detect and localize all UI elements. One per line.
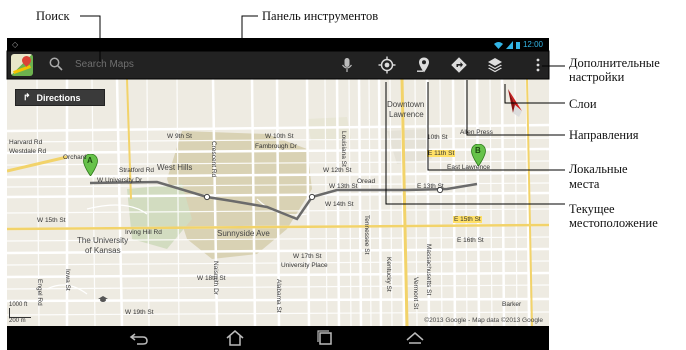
map-label-w17th: W 17th St: [293, 253, 322, 260]
wifi-icon: [493, 41, 503, 49]
map-label-w15th: W 15th St: [37, 217, 66, 224]
map-label-e16th: E 16th St: [457, 237, 484, 244]
map-label-east-lawrence: East Lawrence: [447, 164, 490, 171]
overflow-menu-icon[interactable]: [529, 56, 547, 74]
scale-bar-m: 200 m: [9, 318, 26, 324]
callout-my-location-1: Текущее: [569, 202, 615, 216]
map-label-westdale-rd: Westdale Rd: [9, 148, 47, 155]
callout-more-settings-1: Дополнительные: [569, 56, 660, 70]
map-label-vermont: Vermont St: [412, 277, 419, 310]
home-icon[interactable]: [225, 330, 245, 346]
map-label-e11th: E 11th St: [427, 150, 456, 157]
map-label-orchard: Orchard: [63, 154, 87, 161]
callout-layers: Слои: [569, 97, 597, 111]
map-label-iowa: Iowa St: [64, 269, 71, 291]
map-label-alabama: Alabama St: [275, 279, 282, 313]
map-label-louisiana: Louisiana St: [340, 131, 347, 167]
scale-bar-line: [9, 308, 31, 318]
turn-right-icon: ↱: [23, 92, 31, 102]
map-label-w13th: W 13th St: [329, 183, 358, 190]
marker-a-label: A: [87, 156, 93, 165]
microphone-icon[interactable]: [338, 56, 356, 74]
map-label-university-1: The University: [77, 236, 129, 245]
directions-button-label: Directions: [36, 92, 81, 103]
marker-b-label: B: [475, 146, 481, 155]
map-label-w10th: W 10th St: [265, 133, 294, 140]
clock: 12:00: [522, 40, 543, 49]
callout-search: Поиск: [36, 9, 70, 23]
marker-b[interactable]: B: [471, 143, 486, 167]
map-label-downtown: Downtown: [387, 100, 425, 109]
map-label-engel: Engel Rd: [36, 279, 43, 306]
map-view[interactable]: A B ↱ Directions Downtown Lawrence Harva…: [7, 79, 549, 326]
search-icon[interactable]: [49, 57, 63, 71]
map-label-university-place: University Place: [281, 262, 328, 269]
map-label-sunnyside: Sunnyside Ave: [217, 229, 270, 238]
map-label-kentucky: Kentucky St: [385, 257, 392, 292]
highlight-e15th: E 15th St: [453, 216, 482, 223]
map-label-stratford-rd: Stratford Rd: [119, 167, 155, 174]
map-label-w19th: W 19th St: [125, 309, 154, 316]
map-label-lawrence: Lawrence: [389, 110, 424, 119]
directions-icon[interactable]: [450, 56, 468, 74]
map-label-oread: Oread: [357, 178, 376, 185]
map-label-allen-press: Allen Press: [460, 129, 493, 136]
map-label-crescent-rd: Crescent Rd: [210, 141, 217, 178]
search-input[interactable]: Search Maps: [75, 59, 134, 70]
compass-icon[interactable]: [505, 87, 525, 117]
map-label-w14th: W 14th St: [325, 201, 354, 208]
menu-up-icon[interactable]: [405, 330, 425, 346]
map-copyright: ©2013 Google - Map data ©2013 Google: [424, 317, 543, 324]
directions-button[interactable]: ↱ Directions: [15, 89, 105, 106]
map-label-w12th: W 12th St: [323, 167, 352, 174]
recent-apps-icon[interactable]: [315, 330, 335, 346]
callout-local-1: Локальные: [569, 162, 628, 176]
signal-icon: [505, 40, 513, 49]
callout-my-location-2: местоположение: [569, 216, 658, 230]
map-label-irving-hill: Irving Hill Rd: [125, 229, 162, 236]
callout-directions: Направления: [569, 128, 639, 142]
callout-local-2: места: [569, 177, 600, 191]
toolbar: Search Maps: [7, 51, 549, 79]
map-label-west-hills: West Hills: [157, 163, 193, 172]
callout-more-settings-2: настройки: [569, 70, 625, 84]
map-label-fambrough: Fambrough Dr: [255, 143, 297, 150]
layers-icon[interactable]: [486, 56, 504, 74]
back-icon[interactable]: [129, 330, 149, 346]
status-bar: ◇ 12:00: [7, 38, 549, 51]
my-location-icon[interactable]: [378, 56, 396, 74]
highlight-e11th: E 11th St: [427, 150, 456, 157]
map-label-barker: Barker: [502, 301, 522, 308]
map-label-university-dr: W University Dr: [97, 177, 143, 184]
map-label-e13th: E 13th St: [417, 183, 444, 190]
map-label-w9th: W 9th St: [167, 133, 192, 140]
map-label-tenth: 10th St: [427, 134, 448, 141]
local-places-icon[interactable]: [415, 56, 433, 74]
map-label-tennessee: Tennessee St: [363, 215, 370, 255]
map-label-harvard-rd: Harvard Rd: [9, 139, 43, 146]
callout-toolbar: Панель инструментов: [262, 9, 379, 23]
battery-icon: [515, 41, 520, 49]
map-label-e15th: E 15th St: [453, 216, 482, 223]
notification-icon: ◇: [12, 40, 19, 49]
search-box[interactable]: Search Maps: [49, 55, 289, 75]
scale-bar: 1000 ft 200 m: [9, 302, 31, 324]
map-label-university-2: of Kansas: [85, 246, 121, 255]
navigation-bar: [7, 326, 549, 350]
tablet-screen: ◇ 12:00 Search Maps A B ↱ Directions Dow…: [7, 38, 549, 350]
map-label-mass: Massachusetts St: [425, 244, 432, 296]
maps-logo-icon[interactable]: [11, 54, 33, 76]
map-label-naismith: Naismith Dr: [212, 261, 219, 295]
